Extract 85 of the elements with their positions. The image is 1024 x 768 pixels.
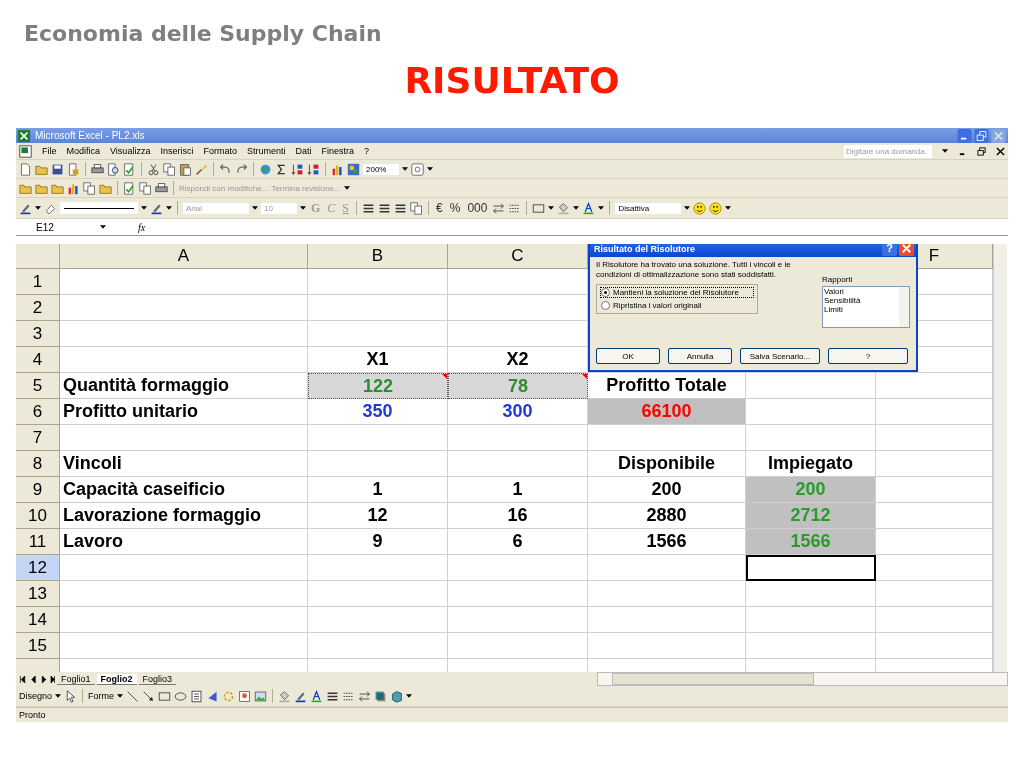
cell-text: X1 xyxy=(366,349,389,370)
menu-item[interactable]: Inserisci xyxy=(160,146,194,156)
list-item[interactable]: Valori xyxy=(824,287,899,296)
menu-item[interactable]: Modifica xyxy=(66,146,101,156)
column-header[interactable]: C xyxy=(448,244,588,269)
cell-text: Capacità caseificio xyxy=(63,479,226,500)
dialog-button[interactable]: Salva Scenario... xyxy=(740,348,820,364)
cell-text: 16 xyxy=(507,505,528,526)
reports-list[interactable]: Valori Sensibilità Limiti xyxy=(822,286,910,328)
thousands-button[interactable]: 000 xyxy=(465,201,490,215)
row-header[interactable]: 1 xyxy=(16,269,60,295)
help-button[interactable]: ? xyxy=(882,244,897,256)
cell-text: X2 xyxy=(506,349,529,370)
currency-button[interactable]: € xyxy=(434,201,445,215)
row-header[interactable]: 9 xyxy=(16,477,60,503)
menu-item[interactable]: ? xyxy=(363,146,369,156)
row-header[interactable]: 12 xyxy=(16,555,60,581)
style-dropdown[interactable]: Disattiva xyxy=(615,202,682,214)
dialog-title: Risultato del Risolutore xyxy=(594,244,695,254)
row-header[interactable]: 8 xyxy=(16,451,60,477)
cell-text: 200 xyxy=(795,479,826,500)
row-header[interactable]: 11 xyxy=(16,529,60,555)
cell-text: 2880 xyxy=(646,505,687,526)
cell-text: Lavoro xyxy=(63,531,123,552)
zoom-dropdown[interactable]: 200% xyxy=(363,163,399,175)
cell-text: 9 xyxy=(372,531,383,552)
row-header[interactable]: 13 xyxy=(16,581,60,607)
cell-text: 2712 xyxy=(790,505,831,526)
cell-text: Disponibile xyxy=(618,453,715,474)
radio-option[interactable]: Ripristina i valori originali xyxy=(601,301,753,310)
row-header[interactable]: 10 xyxy=(16,503,60,529)
list-item[interactable]: Limiti xyxy=(824,305,899,314)
cell-text: 1 xyxy=(372,479,383,500)
column-header[interactable]: B xyxy=(308,244,448,269)
sheet-tab[interactable]: Foglio3 xyxy=(138,673,177,685)
menu-item[interactable]: Strumenti xyxy=(246,146,286,156)
cell-text: 78 xyxy=(508,375,528,397)
column-header[interactable]: A xyxy=(60,244,308,269)
cell-text: Impiegato xyxy=(768,453,853,474)
row-header[interactable]: 3 xyxy=(16,321,60,347)
row-header[interactable]: 6 xyxy=(16,399,60,425)
cell-text: 12 xyxy=(367,505,388,526)
row-header[interactable]: 5 xyxy=(16,373,60,399)
percent-button[interactable]: % xyxy=(447,201,463,215)
row-header[interactable]: 15 xyxy=(16,633,60,659)
menu-item[interactable]: Dati xyxy=(295,146,312,156)
list-item[interactable]: Sensibilità xyxy=(824,296,899,305)
dialog-message: Il Risolutore ha trovato una soluzione. Tutti i vincoli e le condizioni di ottimalizzazione sono stati soddisfatti. xyxy=(596,260,792,280)
cell-text: 1566 xyxy=(790,531,831,552)
window-title: Microsoft Excel - PL2.xls xyxy=(35,130,145,141)
radio-option[interactable]: Mantieni la soluzione del Risolutore xyxy=(601,288,753,297)
dialog-button[interactable]: ? xyxy=(828,348,908,364)
name-box[interactable]: E12 xyxy=(16,221,96,233)
menu-item[interactable]: Formato xyxy=(203,146,237,156)
menu-item[interactable]: File xyxy=(42,146,57,156)
cell-text: 122 xyxy=(362,375,393,397)
dialog-button[interactable]: OK xyxy=(596,348,660,364)
menu-item[interactable]: Finestra xyxy=(321,146,354,156)
cell-text: 350 xyxy=(362,401,393,422)
row-header[interactable]: 7 xyxy=(16,425,60,451)
cell-text: 66100 xyxy=(641,401,692,422)
cell-text: 1566 xyxy=(646,531,687,552)
cell-text: 1 xyxy=(512,479,523,500)
shapes-menu-button[interactable]: Forme xyxy=(88,691,115,701)
slide-subtitle: Economia delle Supply Chain xyxy=(24,21,382,46)
status-text: Pronto xyxy=(19,710,46,720)
row-header[interactable]: 4 xyxy=(16,347,60,373)
sheet-tab[interactable]: Foglio2 xyxy=(96,673,137,685)
sheet-tab[interactable]: Foglio1 xyxy=(57,673,95,685)
row-header[interactable]: 2 xyxy=(16,295,60,321)
cell-text: Lavorazione formaggio xyxy=(63,505,262,526)
cell-text: Profitto unitario xyxy=(63,401,198,422)
cell-text: Quantità formaggio xyxy=(63,375,229,396)
cell-text: Vincoli xyxy=(63,453,122,474)
cell-text: 300 xyxy=(502,401,533,422)
row-header[interactable]: 14 xyxy=(16,607,60,633)
dialog-button[interactable]: Annulla xyxy=(668,348,732,364)
menu-item[interactable]: Visualizza xyxy=(110,146,151,156)
cell-text: Profitto Totale xyxy=(606,375,727,396)
cell-text: 200 xyxy=(651,479,682,500)
function-button[interactable]: fx xyxy=(138,221,146,233)
reports-label: Rapporti xyxy=(822,275,854,284)
slide-title: RISULTATO xyxy=(403,60,621,101)
cell-text: 6 xyxy=(512,531,523,552)
draw-menu-button[interactable]: Disegno xyxy=(19,691,53,701)
